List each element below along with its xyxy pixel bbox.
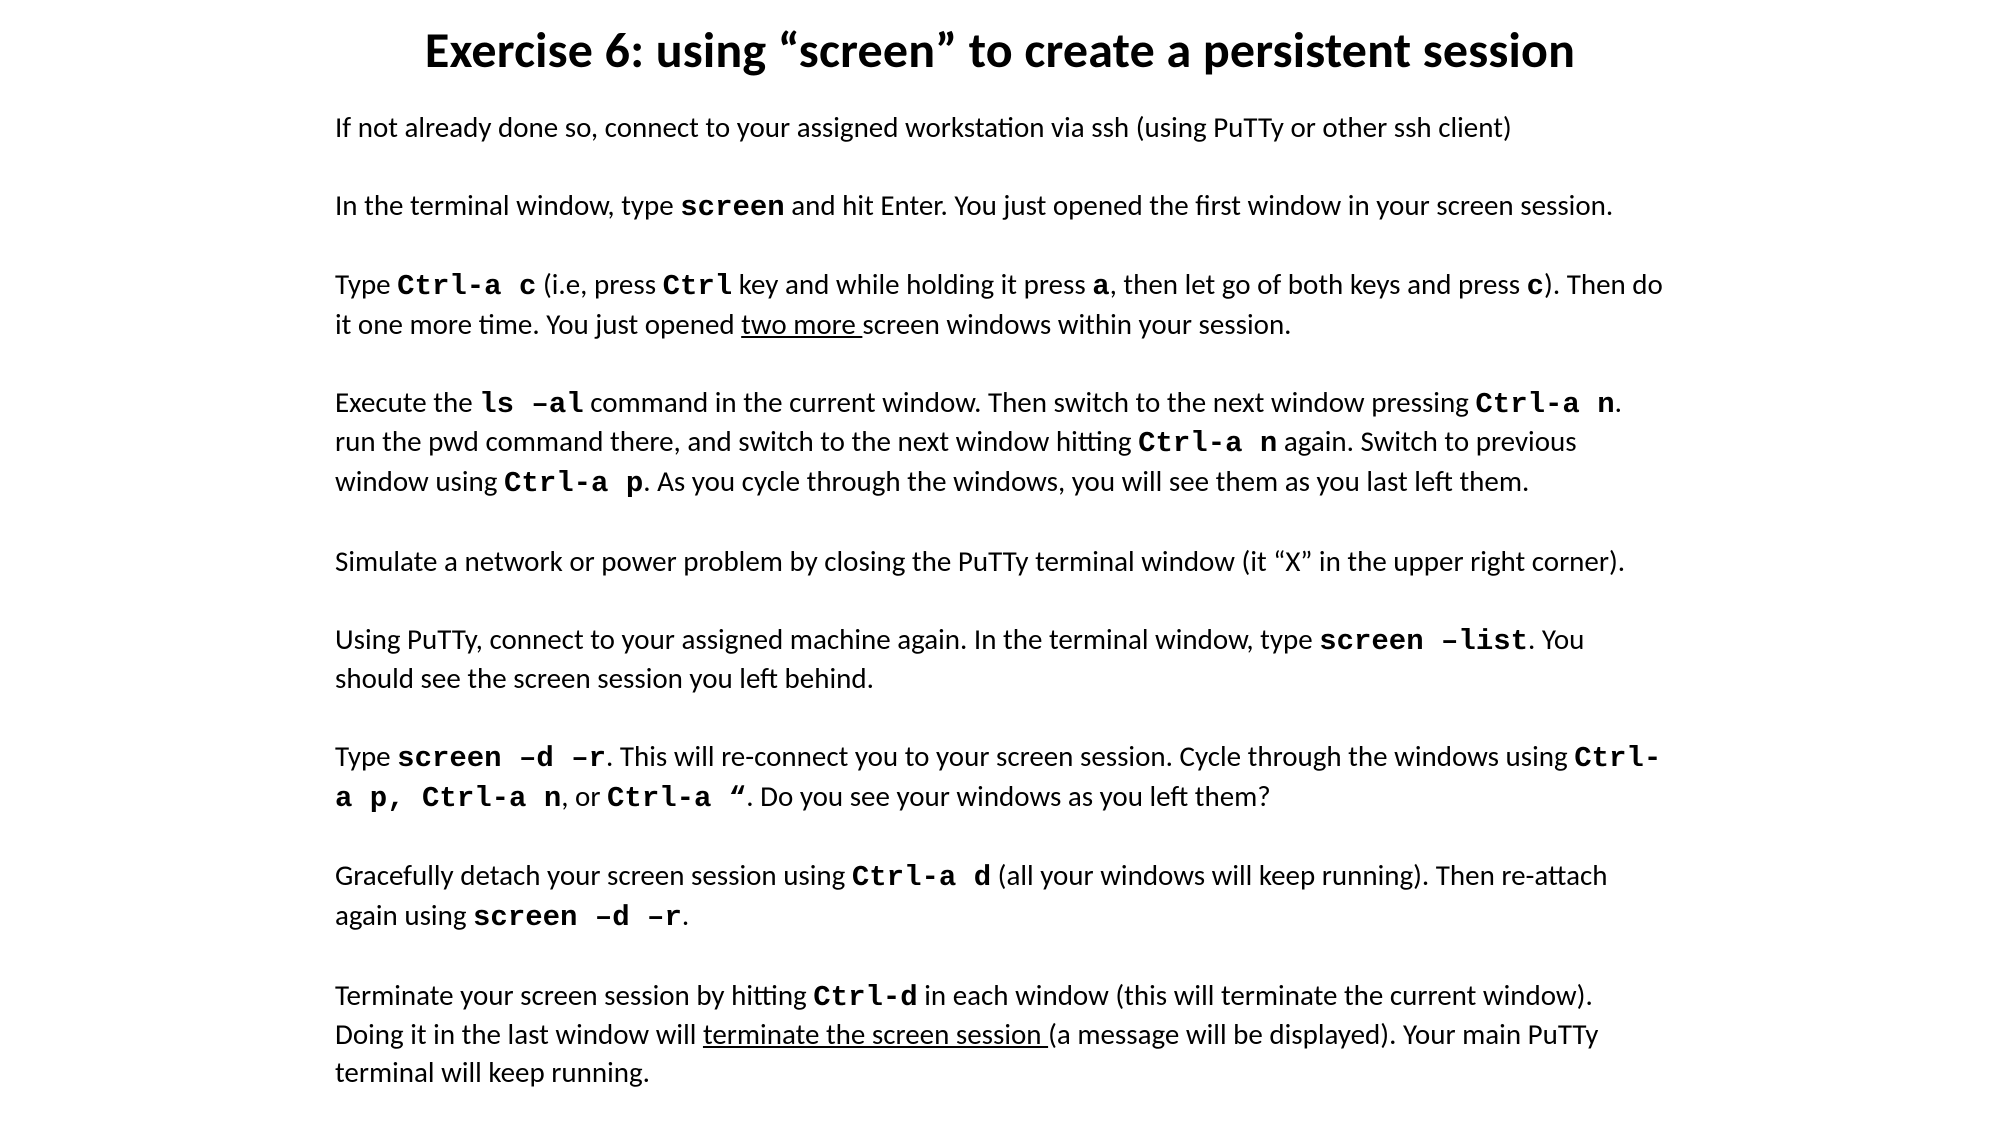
text: , or	[561, 778, 607, 814]
text: .	[682, 897, 689, 933]
text: . Do you see your windows as you left th…	[746, 778, 1270, 814]
paragraph-6: Using PuTTy, connect to your assigned ma…	[335, 621, 1665, 698]
paragraph-2: In the terminal window, type screen and …	[335, 187, 1665, 227]
paragraph-1: If not already done so, connect to your …	[335, 109, 1665, 147]
code-screen-d-r: screen –d –r	[397, 742, 606, 775]
text: command in the current window. Then swit…	[584, 384, 1476, 420]
code-screen-d-r: screen –d –r	[473, 901, 682, 934]
code-screen: screen	[680, 191, 784, 224]
code-c: c	[1527, 270, 1544, 303]
paragraph-4: Execute the ls –al command in the curren…	[335, 384, 1665, 503]
underline-terminate: terminate the screen session	[703, 1016, 1048, 1052]
paragraph-3: Type Ctrl-a c (i.e, press Ctrl key and w…	[335, 266, 1665, 343]
text: Simulate a network or power problem by c…	[335, 543, 1625, 579]
underline-two-more: two more	[741, 306, 862, 342]
text: Gracefully detach your screen session us…	[335, 857, 852, 893]
text: , then let go of both keys and press	[1110, 266, 1527, 302]
text: Terminate your screen session by hitting	[335, 977, 813, 1013]
code-ctrl: Ctrl	[663, 270, 733, 303]
text: Execute the	[335, 384, 479, 420]
paragraph-5: Simulate a network or power problem by c…	[335, 543, 1665, 581]
code-ls-al: ls –al	[479, 388, 583, 421]
text: key and while holding it press	[732, 266, 1092, 302]
code-ctrl-a-p: Ctrl-a p	[504, 467, 643, 500]
code-ctrl-a-quote: Ctrl-a “	[607, 782, 746, 815]
text: screen windows within your session.	[862, 306, 1291, 342]
text: In the terminal window, type	[335, 187, 680, 223]
code-ctrl-a-n: Ctrl-a n	[1138, 427, 1277, 460]
text: Using PuTTy, connect to your assigned ma…	[335, 621, 1319, 657]
code-ctrl-a-n: Ctrl-a n	[1475, 388, 1614, 421]
code-ctrl-d: Ctrl-d	[813, 981, 917, 1014]
text: If not already done so, connect to your …	[335, 109, 1512, 145]
code-a: a	[1092, 270, 1109, 303]
text: Type	[335, 738, 397, 774]
text: . As you cycle through the windows, you …	[643, 463, 1529, 499]
text: Type	[335, 266, 397, 302]
text: . This will re-connect you to your scree…	[606, 738, 1574, 774]
code-ctrl-a-c: Ctrl-a c	[397, 270, 536, 303]
paragraph-9: Terminate your screen session by hitting…	[335, 977, 1665, 1092]
code-ctrl-a-d: Ctrl-a d	[852, 861, 991, 894]
text: (i.e, press	[536, 266, 662, 302]
page-title: Exercise 6: using “screen” to create a p…	[335, 20, 1665, 81]
paragraph-8: Gracefully detach your screen session us…	[335, 857, 1665, 936]
document-page: Exercise 6: using “screen” to create a p…	[0, 0, 2000, 1092]
text: and hit Enter. You just opened the first…	[785, 187, 1613, 223]
paragraph-7: Type screen –d –r. This will re-connect …	[335, 738, 1665, 817]
code-screen-list: screen –list	[1319, 625, 1528, 658]
